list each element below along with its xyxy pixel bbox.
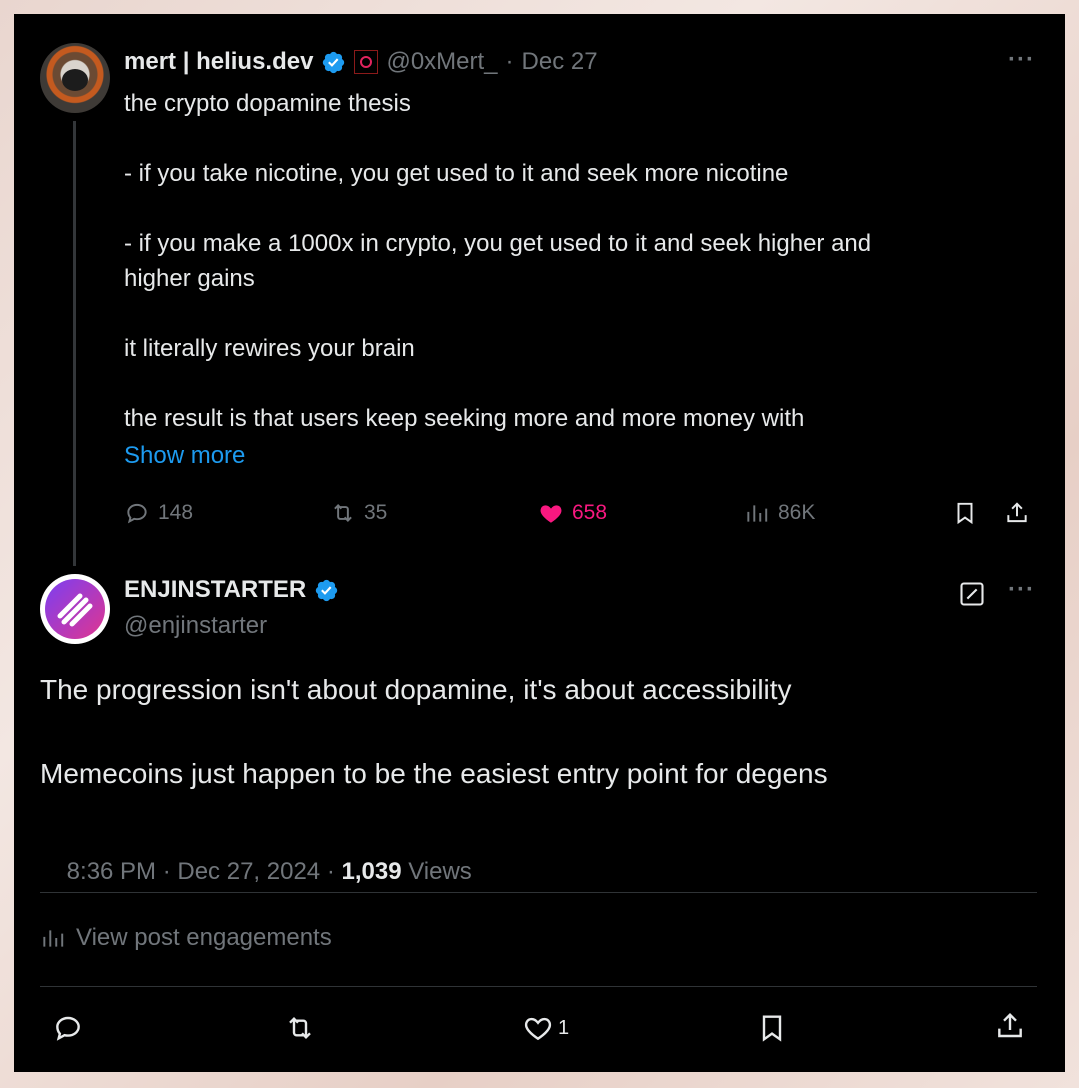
- thread-connector-line: [73, 121, 76, 566]
- views-count: 86K: [778, 501, 816, 524]
- reply-share-button[interactable]: [994, 1010, 1026, 1047]
- tweet-frame: mert | helius.dev @0xMert_ · Dec 27 ··· …: [14, 14, 1065, 1072]
- grok-edit-button[interactable]: [958, 580, 986, 613]
- verified-badge-icon: [323, 51, 345, 73]
- reply-count: 148: [158, 501, 194, 524]
- like-action[interactable]: 658: [538, 500, 607, 526]
- view-engagements-link[interactable]: View post engagements: [40, 924, 332, 952]
- share-icon: [998, 1012, 1022, 1038]
- heart-icon: [524, 1017, 552, 1041]
- reply-line-2: Memecoins just happen to be the easiest …: [40, 758, 828, 789]
- share-icon: [1007, 502, 1027, 523]
- views-action[interactable]: 86K: [744, 500, 815, 526]
- repost-action[interactable]: 35: [330, 500, 387, 526]
- post-date[interactable]: Dec 27: [522, 48, 598, 76]
- repost-icon: [334, 504, 352, 522]
- reply-like-count: 1: [558, 1016, 570, 1039]
- reply-views-label: Views: [401, 858, 472, 885]
- reply-timestamp[interactable]: 8:36 PM · Dec 27, 2024 ·: [67, 858, 342, 885]
- reply-views-count: 1,039: [341, 858, 402, 885]
- reply-like-button[interactable]: 1: [522, 1012, 569, 1044]
- author-handle[interactable]: @0xMert_: [386, 48, 497, 76]
- slash-box-icon: [960, 582, 984, 606]
- mert-avatar[interactable]: [40, 43, 110, 113]
- reply-meta: 8:36 PM · Dec 27, 2024 · 1,039 Views: [40, 830, 472, 914]
- reply-icon: [56, 1016, 80, 1041]
- bookmark-button[interactable]: [952, 500, 978, 531]
- divider-top: [40, 892, 1037, 893]
- verified-badge-icon: [316, 579, 338, 601]
- views-bar-chart-icon: [747, 505, 768, 522]
- affiliate-badge-icon: [354, 50, 379, 74]
- enjinstarter-logo-icon: [45, 579, 105, 639]
- reply-reply-button[interactable]: [52, 1012, 84, 1049]
- reply-author-display-name[interactable]: ENJINSTARTER: [124, 576, 306, 604]
- header-separator: ·: [505, 48, 514, 75]
- reply-post-header: ENJINSTARTER: [124, 576, 339, 604]
- reply-more-options-button[interactable]: ···: [1008, 576, 1035, 604]
- bookmark-icon: [957, 502, 973, 525]
- enjinstarter-avatar[interactable]: [40, 574, 110, 644]
- heart-filled-icon: [540, 505, 562, 523]
- reply-action[interactable]: 148: [124, 500, 193, 526]
- bookmark-icon: [762, 1015, 782, 1042]
- reply-line-1: The progression isn't about dopamine, it…: [40, 674, 792, 705]
- original-post-body: the crypto dopamine thesis - if you take…: [124, 90, 872, 432]
- view-engagements-label: View post engagements: [76, 924, 332, 951]
- reply-bookmark-button[interactable]: [756, 1012, 788, 1049]
- author-display-name[interactable]: mert | helius.dev: [124, 48, 313, 76]
- repost-count: 35: [364, 501, 388, 524]
- reply-icon: [127, 503, 147, 524]
- repost-icon: [289, 1016, 311, 1040]
- like-count: 658: [572, 501, 608, 524]
- original-post-header: mert | helius.dev @0xMert_ · Dec 27: [124, 48, 598, 76]
- divider-bottom: [40, 986, 1037, 987]
- engagements-bar-chart-icon: [43, 930, 64, 947]
- reply-author-handle[interactable]: @enjinstarter: [124, 612, 267, 640]
- reply-repost-button[interactable]: [284, 1012, 316, 1049]
- avatar-face: [62, 69, 88, 91]
- share-button[interactable]: [1004, 500, 1030, 531]
- more-options-button[interactable]: ···: [1008, 46, 1035, 74]
- show-more-link[interactable]: Show more: [124, 442, 245, 470]
